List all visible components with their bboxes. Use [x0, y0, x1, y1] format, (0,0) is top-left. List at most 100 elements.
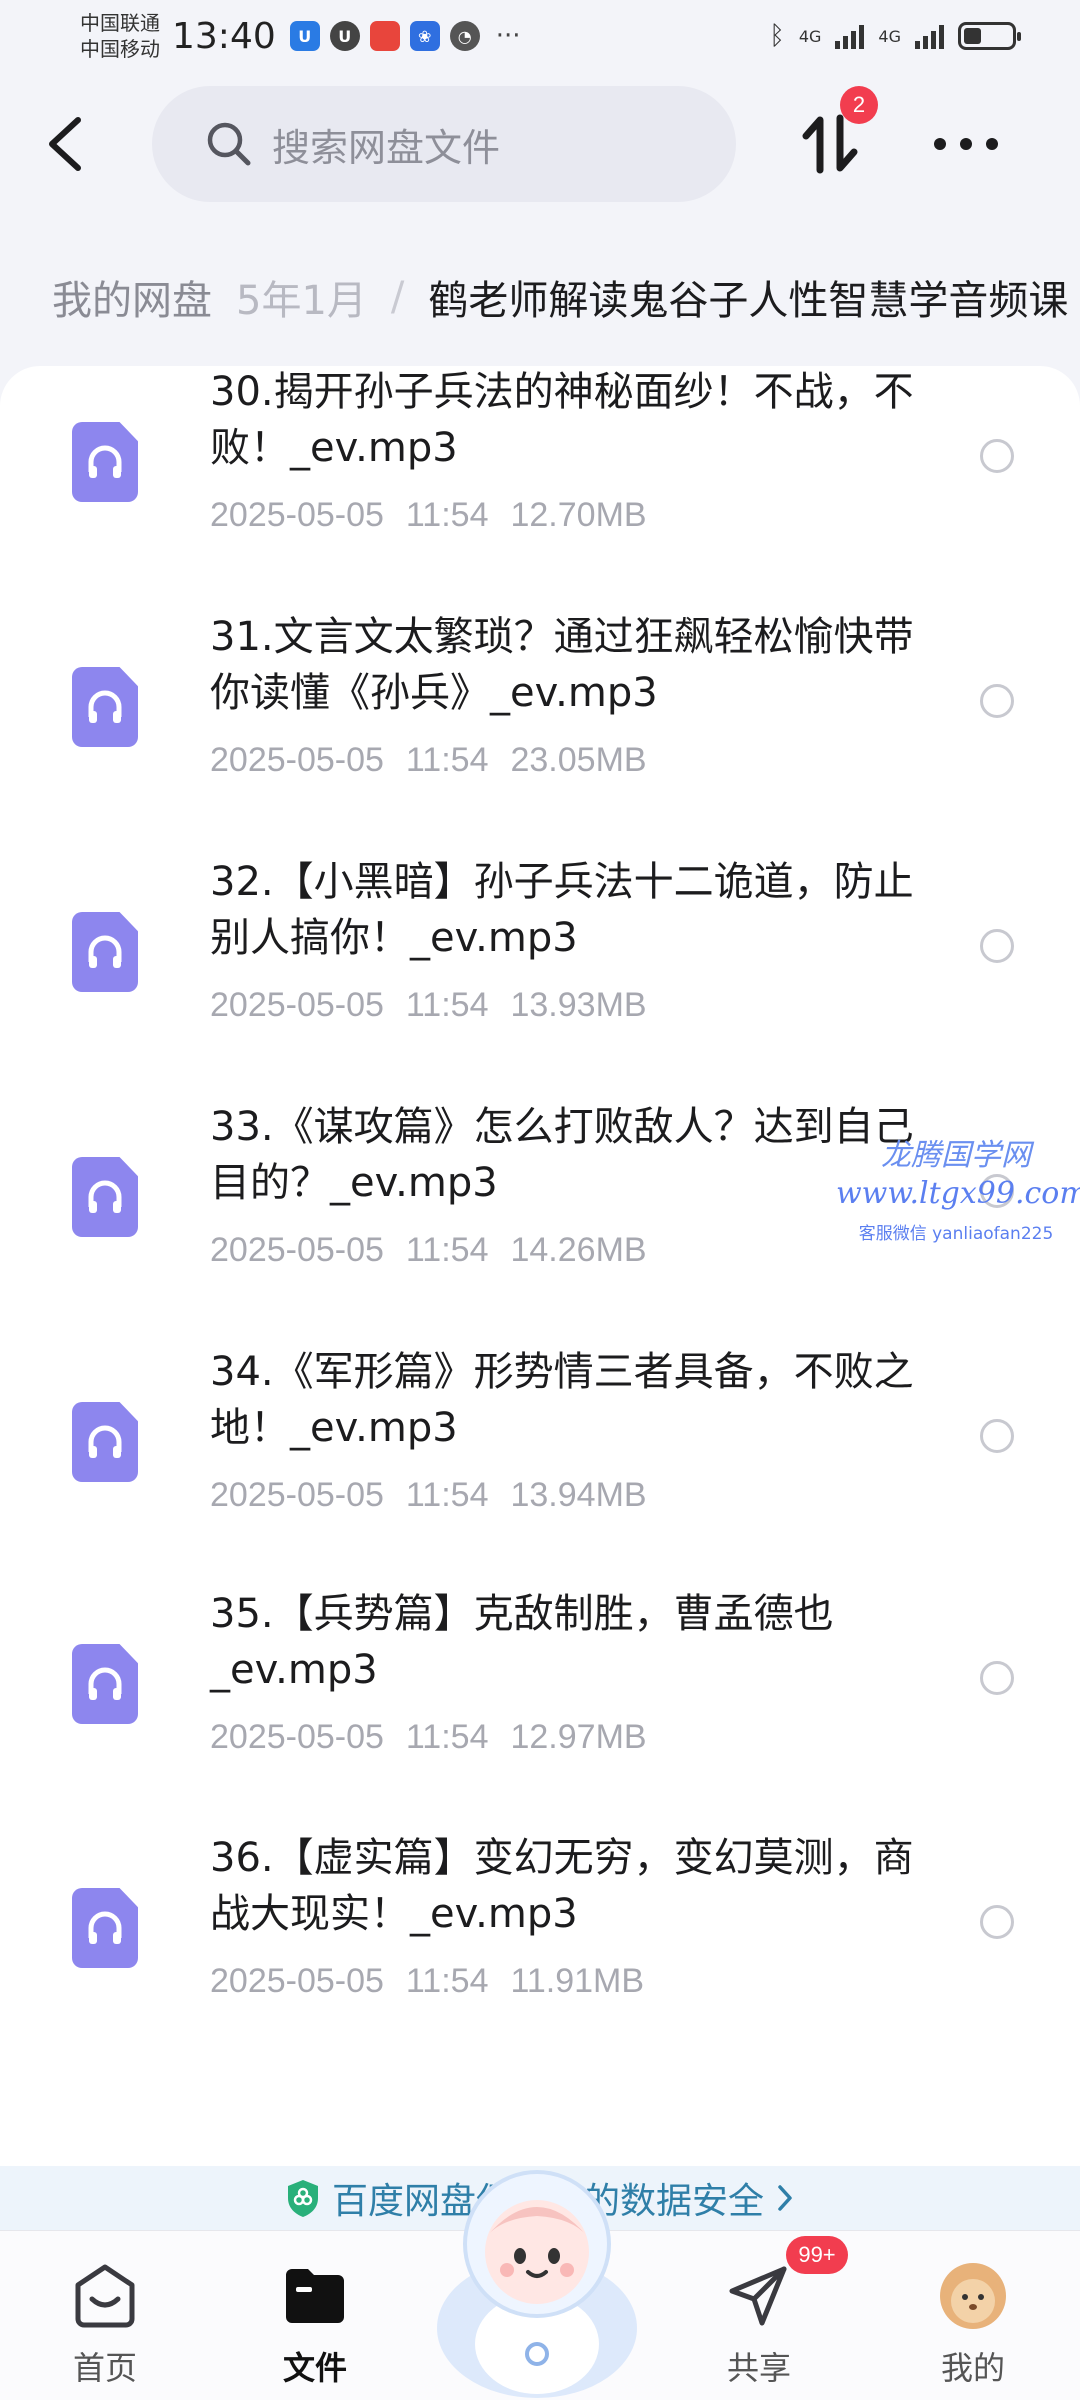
- file-time: 11:54: [405, 741, 489, 779]
- breadcrumb-root[interactable]: 我的网盘: [0, 268, 236, 326]
- audio-file-icon: [72, 422, 138, 502]
- carrier-1: 中国联通: [80, 11, 160, 35]
- file-date: 2025-05-05: [210, 1962, 384, 2000]
- breadcrumb-current: 鹤老师解读鬼谷子人性智慧学音频课: [428, 278, 1069, 324]
- network-type-2: 4G: [878, 26, 901, 46]
- file-size: 13.94MB: [510, 1476, 647, 1514]
- file-meta: 2025-05-05 11:54 23.05MB: [210, 741, 647, 780]
- audio-file-icon: [72, 1402, 138, 1482]
- file-meta: 2025-05-05 11:54 13.94MB: [210, 1476, 647, 1515]
- watermark: 龙腾国学网 www.ltgx99.com 客服微信 yanliaofan225: [836, 1130, 1080, 1244]
- file-size: 11.91MB: [510, 1962, 645, 2000]
- file-time: 11:54: [405, 496, 489, 534]
- baidu-paw-icon: ❀: [409, 21, 440, 51]
- file-size: 23.05MB: [510, 741, 647, 779]
- file-size: 13.93MB: [510, 986, 647, 1024]
- share-count-badge: 99+: [786, 2236, 848, 2274]
- status-bar: 中国联通 中国移动 13:40 U U ❀ ◔ ··· ᛒ 4G 4G: [0, 0, 1080, 72]
- more-notifications-icon: ···: [495, 21, 521, 51]
- list-item[interactable]: 31.文言文太繁琐？通过狂飙轻松愉快带你读懂《孙兵》_ev.mp3 2025-0…: [0, 611, 1080, 856]
- back-arrow-icon: [49, 117, 81, 171]
- folder-icon: [280, 2261, 350, 2331]
- select-checkbox[interactable]: [980, 1419, 1014, 1453]
- file-time: 11:54: [405, 1718, 489, 1756]
- app-notification-icon: U: [329, 21, 360, 51]
- file-date: 2025-05-05: [210, 496, 384, 534]
- nav-share[interactable]: 共享: [684, 2261, 834, 2389]
- bluetooth-icon: ᛒ: [769, 21, 785, 51]
- file-name: 31.文言文太繁琐？通过狂飙轻松愉快带你读懂《孙兵》_ev.mp3: [210, 614, 914, 716]
- breadcrumb-separator: /: [390, 274, 405, 320]
- select-checkbox[interactable]: [980, 1905, 1014, 1939]
- file-meta: 2025-05-05 11:54 11.91MB: [210, 1962, 644, 2001]
- system-status: ᛒ 4G 4G: [769, 21, 1021, 51]
- signal-strength-icon: [835, 23, 865, 49]
- audio-file-icon: [72, 1888, 138, 1968]
- huawei-app-icon: [369, 21, 400, 51]
- nav-files-label: 文件: [282, 2349, 347, 2387]
- select-checkbox[interactable]: [980, 929, 1014, 963]
- nav-share-label: 共享: [726, 2349, 791, 2387]
- chevron-right-icon: [778, 2185, 792, 2211]
- select-checkbox[interactable]: [980, 439, 1014, 473]
- file-name: 34.《军形篇》形势情三者具备，不败之地！_ev.mp3: [210, 1349, 914, 1451]
- carrier-2: 中国移动: [80, 37, 160, 61]
- paper-plane-icon: [724, 2261, 794, 2331]
- nav-files[interactable]: 文件: [240, 2261, 390, 2389]
- signal-strength-icon: [915, 23, 944, 49]
- list-item[interactable]: 30.揭开孙子兵法的神秘面纱！不战，不败！_ev.mp3 2025-05-05 1…: [0, 366, 1080, 611]
- list-item[interactable]: 35.【兵势篇】克敌制胜，曹孟德也_ev.mp3 2025-05-05 11:54…: [0, 1588, 1080, 1833]
- file-name: 36.【虚实篇】变幻无穷，变幻莫测，商战大现实！_ev.mp3: [210, 1835, 914, 1937]
- transfer-count-badge: 2: [840, 86, 878, 124]
- select-checkbox[interactable]: [980, 684, 1014, 718]
- mascot-icon: [437, 2170, 637, 2398]
- list-item[interactable]: 36.【虚实篇】变幻无穷，变幻莫测，商战大现实！_ev.mp3 2025-05-…: [0, 1832, 1080, 2077]
- assistant-mascot-button[interactable]: [432, 2148, 642, 2400]
- breadcrumb-parent[interactable]: 5年1月: [236, 268, 367, 326]
- watermark-title: 龙腾国学网: [881, 1138, 1031, 1173]
- breadcrumb: 我的网盘 5年1月 / 鹤老师解读鬼谷子人性智慧学音频课: [0, 258, 1080, 336]
- clock: 13:40: [172, 15, 276, 57]
- audio-file-icon: [72, 1157, 138, 1237]
- file-name: 35.【兵势篇】克敌制胜，曹孟德也_ev.mp3: [210, 1591, 834, 1693]
- file-date: 2025-05-05: [210, 1476, 384, 1514]
- file-time: 11:54: [405, 986, 489, 1024]
- dot-icon: [934, 138, 946, 150]
- carrier-info: 中国联通 中国移动: [80, 10, 160, 62]
- list-item[interactable]: 32.【小黑暗】孙子兵法十二诡道，防止别人搞你！_ev.mp3 2025-05-…: [0, 856, 1080, 1101]
- watermark-url: www.ltgx99.com: [836, 1176, 1080, 1211]
- select-checkbox[interactable]: [980, 1661, 1014, 1695]
- file-date: 2025-05-05: [210, 986, 384, 1024]
- search-input[interactable]: 搜索网盘文件: [152, 86, 736, 202]
- file-meta: 2025-05-05 11:54 13.93MB: [210, 986, 647, 1025]
- file-size: 12.97MB: [510, 1718, 647, 1756]
- file-meta: 2025-05-05 11:54 12.70MB: [210, 496, 647, 535]
- file-name: 30.揭开孙子兵法的神秘面纱！不战，不败！_ev.mp3: [210, 369, 914, 471]
- nav-mine[interactable]: 我的: [898, 2261, 1048, 2389]
- file-size: 14.26MB: [510, 1231, 647, 1269]
- file-time: 11:54: [405, 1962, 489, 2000]
- more-options-button[interactable]: [934, 126, 998, 162]
- file-name: 33.《谋攻篇》怎么打败敌人？达到自己目的？_ev.mp3: [210, 1104, 914, 1206]
- nav-home-label: 首页: [72, 2349, 137, 2387]
- file-date: 2025-05-05: [210, 1718, 384, 1756]
- audio-file-icon: [72, 667, 138, 747]
- audio-file-icon: [72, 912, 138, 992]
- nav-mine-label: 我的: [940, 2349, 1005, 2387]
- back-button[interactable]: [40, 114, 92, 174]
- file-meta: 2025-05-05 11:54 12.97MB: [210, 1718, 647, 1757]
- file-meta: 2025-05-05 11:54 14.26MB: [210, 1231, 647, 1270]
- shield-icon: [287, 2180, 318, 2217]
- file-name: 32.【小黑暗】孙子兵法十二诡道，防止别人搞你！_ev.mp3: [210, 859, 914, 961]
- nav-home[interactable]: 首页: [30, 2261, 180, 2389]
- file-date: 2025-05-05: [210, 741, 384, 779]
- dot-icon: [960, 138, 972, 150]
- notification-icons: U U ❀ ◔ ···: [289, 21, 521, 51]
- dot-icon: [986, 138, 998, 150]
- list-item[interactable]: 34.《军形篇》形势情三者具备，不败之地！_ev.mp3 2025-05-05 1…: [0, 1346, 1080, 1591]
- file-time: 11:54: [405, 1231, 489, 1269]
- network-type-1: 4G: [798, 26, 822, 46]
- audio-file-icon: [72, 1644, 138, 1724]
- file-list: 30.揭开孙子兵法的神秘面纱！不战，不败！_ev.mp3 2025-05-05 1…: [0, 366, 1080, 2166]
- file-time: 11:54: [405, 1476, 489, 1514]
